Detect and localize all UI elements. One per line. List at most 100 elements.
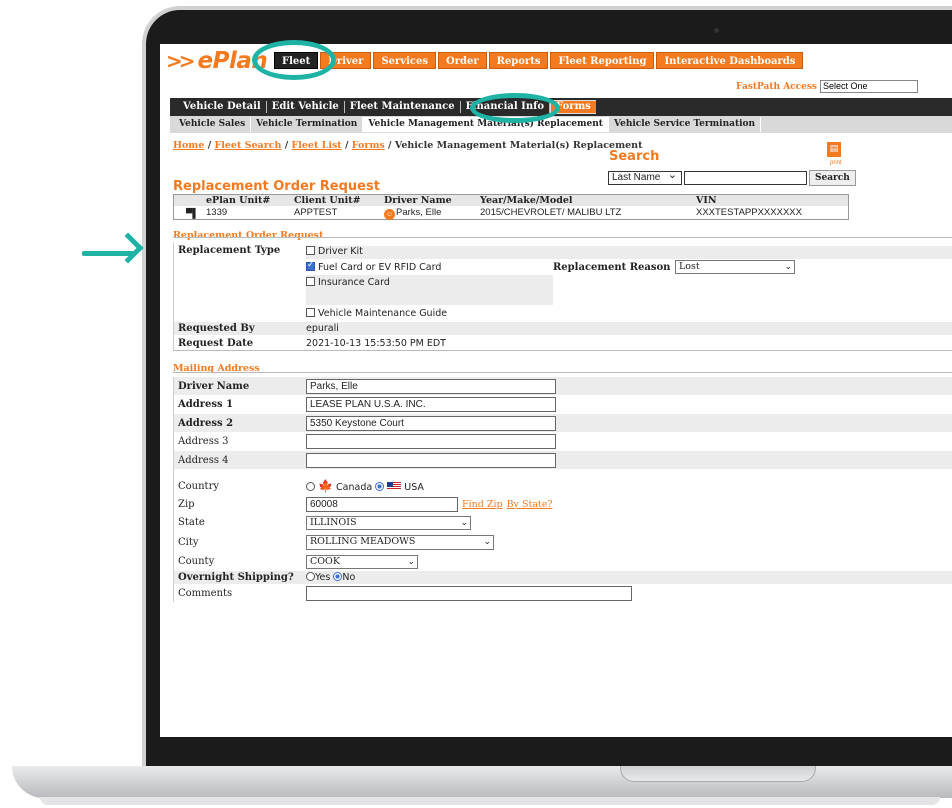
tab-vehicle-sales[interactable]: Vehicle Sales: [174, 117, 252, 132]
eplan-unit-value: 1339: [206, 207, 228, 218]
highlight-ring-forms: [470, 93, 560, 123]
pointer-arrow-icon: [112, 232, 144, 264]
search-input[interactable]: [684, 171, 807, 185]
request-divider: [173, 237, 952, 238]
vehicle-table-header: ePlan Unit# Client Unit# Driver Name Yea…: [174, 195, 848, 206]
country-label: Country: [178, 480, 220, 492]
state-label: State: [178, 517, 205, 528]
maintenance-guide-label: Vehicle Maintenance Guide: [318, 308, 448, 319]
address3-field[interactable]: [306, 434, 556, 449]
by-state-link[interactable]: By State?: [507, 499, 553, 510]
nav-services[interactable]: Services: [373, 52, 436, 69]
col-driver-name: Driver Name: [384, 195, 452, 206]
requested-by-value: epurali: [306, 323, 339, 334]
country-canada-radio[interactable]: [306, 482, 315, 491]
city-label: City: [178, 536, 199, 548]
laptop-opening-notch: [620, 766, 816, 782]
fuel-card-label: Fuel Card or EV RFID Card: [318, 261, 442, 273]
mailing-divider: [173, 372, 952, 373]
cell-eplan-unit: ▀▌ 1339: [174, 206, 294, 219]
zip-label: Zip: [178, 498, 195, 510]
overnight-yes-radio[interactable]: [306, 572, 315, 581]
county-label: County: [178, 556, 215, 567]
option-driver-kit[interactable]: Driver Kit: [306, 246, 952, 259]
fastpath-select[interactable]: Select One: [820, 80, 918, 93]
breadcrumb: Home / Fleet Search / Fleet List / Forms…: [173, 140, 643, 151]
driver-kit-checkbox[interactable]: [306, 246, 315, 255]
driver-name-field[interactable]: Parks, Elle: [306, 378, 556, 394]
nav-reports[interactable]: Reports: [488, 52, 549, 69]
city-select[interactable]: ROLLING MEADOWS ⌄: [306, 534, 494, 550]
address4-label: Address 4: [178, 454, 229, 466]
chevron-down-icon: ⌄: [407, 556, 415, 567]
search-title: Search: [609, 149, 660, 164]
search-button[interactable]: Search: [809, 170, 856, 186]
print-label[interactable]: print: [830, 160, 842, 166]
zip-field[interactable]: 60008: [306, 496, 458, 512]
replacement-reason-select[interactable]: Lost ⌄: [675, 260, 795, 274]
canada-flag-icon: 🍁: [318, 479, 333, 493]
cell-client-unit: APPTEST: [294, 207, 338, 218]
tab-edit-vehicle[interactable]: Edit Vehicle: [267, 101, 345, 113]
address1-field[interactable]: LEASE PLAN U.S.A. INC.: [306, 397, 556, 412]
address2-field[interactable]: 5350 Keystone Court: [306, 415, 556, 431]
replacement-reason-label: Replacement Reason: [553, 261, 671, 273]
print-icon[interactable]: ▤: [827, 142, 841, 157]
chevron-down-icon: ⌄: [460, 517, 468, 528]
insurance-card-checkbox[interactable]: [306, 277, 315, 286]
breadcrumb-fleet-search[interactable]: Fleet Search: [215, 140, 282, 151]
insurance-card-label: Insurance Card: [318, 277, 390, 288]
col-eplan-unit: ePlan Unit#: [206, 195, 271, 206]
mailing-form: Driver Name Parks, Elle Address 1 LEASE …: [173, 377, 952, 602]
search-row: Last Name Search: [608, 169, 856, 186]
tab-service-termination[interactable]: Vehicle Service Termination: [609, 117, 762, 132]
logo-chevrons: >>: [166, 49, 195, 73]
overnight-label: Overnight Shipping?: [178, 572, 294, 583]
screen: >> ePlan Fleet Driver Services Order Repo…: [160, 44, 952, 737]
country-usa-radio[interactable]: [375, 482, 385, 491]
request-bottom-divider: [173, 350, 952, 351]
breadcrumb-forms[interactable]: Forms: [352, 140, 385, 151]
option-fuel-card[interactable]: Fuel Card or EV RFID Card: [306, 260, 553, 273]
nav-order[interactable]: Order: [437, 52, 487, 69]
country-canada-label: Canada: [336, 482, 373, 493]
comments-field[interactable]: [306, 585, 632, 601]
request-date-label: Request Date: [178, 337, 254, 349]
chevron-down-icon: ⌄: [784, 262, 792, 272]
fuel-card-checkbox[interactable]: [306, 260, 315, 271]
nav-interactive-dashboards[interactable]: Interactive Dashboards: [656, 52, 804, 69]
option-insurance-card[interactable]: Insurance Card: [306, 275, 553, 305]
col-year-make-model: Year/Make/Model: [480, 195, 573, 206]
vehicle-link-icon[interactable]: ▀▌: [186, 207, 199, 220]
address2-label: Address 2: [178, 417, 234, 429]
fastpath-access: FastPath Access Select One: [736, 80, 918, 93]
comments-label: Comments: [178, 587, 233, 599]
replacement-order-title: Replacement Order Request: [173, 179, 380, 194]
driver-name-label: Driver Name: [178, 380, 250, 392]
maintenance-guide-checkbox[interactable]: [306, 308, 315, 317]
col-vin: VIN: [696, 195, 717, 206]
breadcrumb-fleet-list[interactable]: Fleet List: [292, 140, 342, 151]
address4-field[interactable]: [306, 452, 556, 468]
cell-driver-name: ☺ Parks, Elle: [384, 206, 480, 220]
address1-label: Address 1: [178, 399, 234, 410]
tab-vehicle-detail[interactable]: Vehicle Detail: [178, 101, 267, 113]
overnight-yes-label: Yes: [315, 572, 331, 583]
main-nav: Fleet Driver Services Order Reports Flee…: [274, 52, 804, 69]
tab-fleet-maintenance[interactable]: Fleet Maintenance: [345, 101, 461, 113]
country-usa-label: USA: [404, 482, 424, 493]
forms-subnav: Vehicle Sales Vehicle Termination Vehicl…: [170, 116, 952, 133]
requested-by-label: Requested By: [178, 323, 255, 334]
fastpath-label: FastPath Access: [736, 81, 817, 92]
find-zip-link[interactable]: Find Zip: [462, 499, 503, 510]
table-row[interactable]: ▀▌ 1339 APPTEST ☺ Parks, Elle 2015/CHEVROL…: [174, 206, 848, 220]
option-maintenance-guide[interactable]: Vehicle Maintenance Guide: [306, 308, 447, 319]
breadcrumb-home[interactable]: Home: [173, 140, 204, 151]
tab-vehicle-termination[interactable]: Vehicle Termination: [251, 117, 364, 132]
driver-profile-icon[interactable]: ☺: [384, 209, 395, 220]
county-select[interactable]: COOK ⌄: [306, 554, 418, 569]
search-field-select[interactable]: Last Name: [608, 169, 682, 185]
cell-year-make-model: 2015/CHEVROLET/ MALIBU LTZ: [480, 207, 622, 218]
nav-fleet-reporting[interactable]: Fleet Reporting: [550, 52, 655, 69]
state-select[interactable]: ILLINOIS ⌄: [306, 515, 471, 530]
